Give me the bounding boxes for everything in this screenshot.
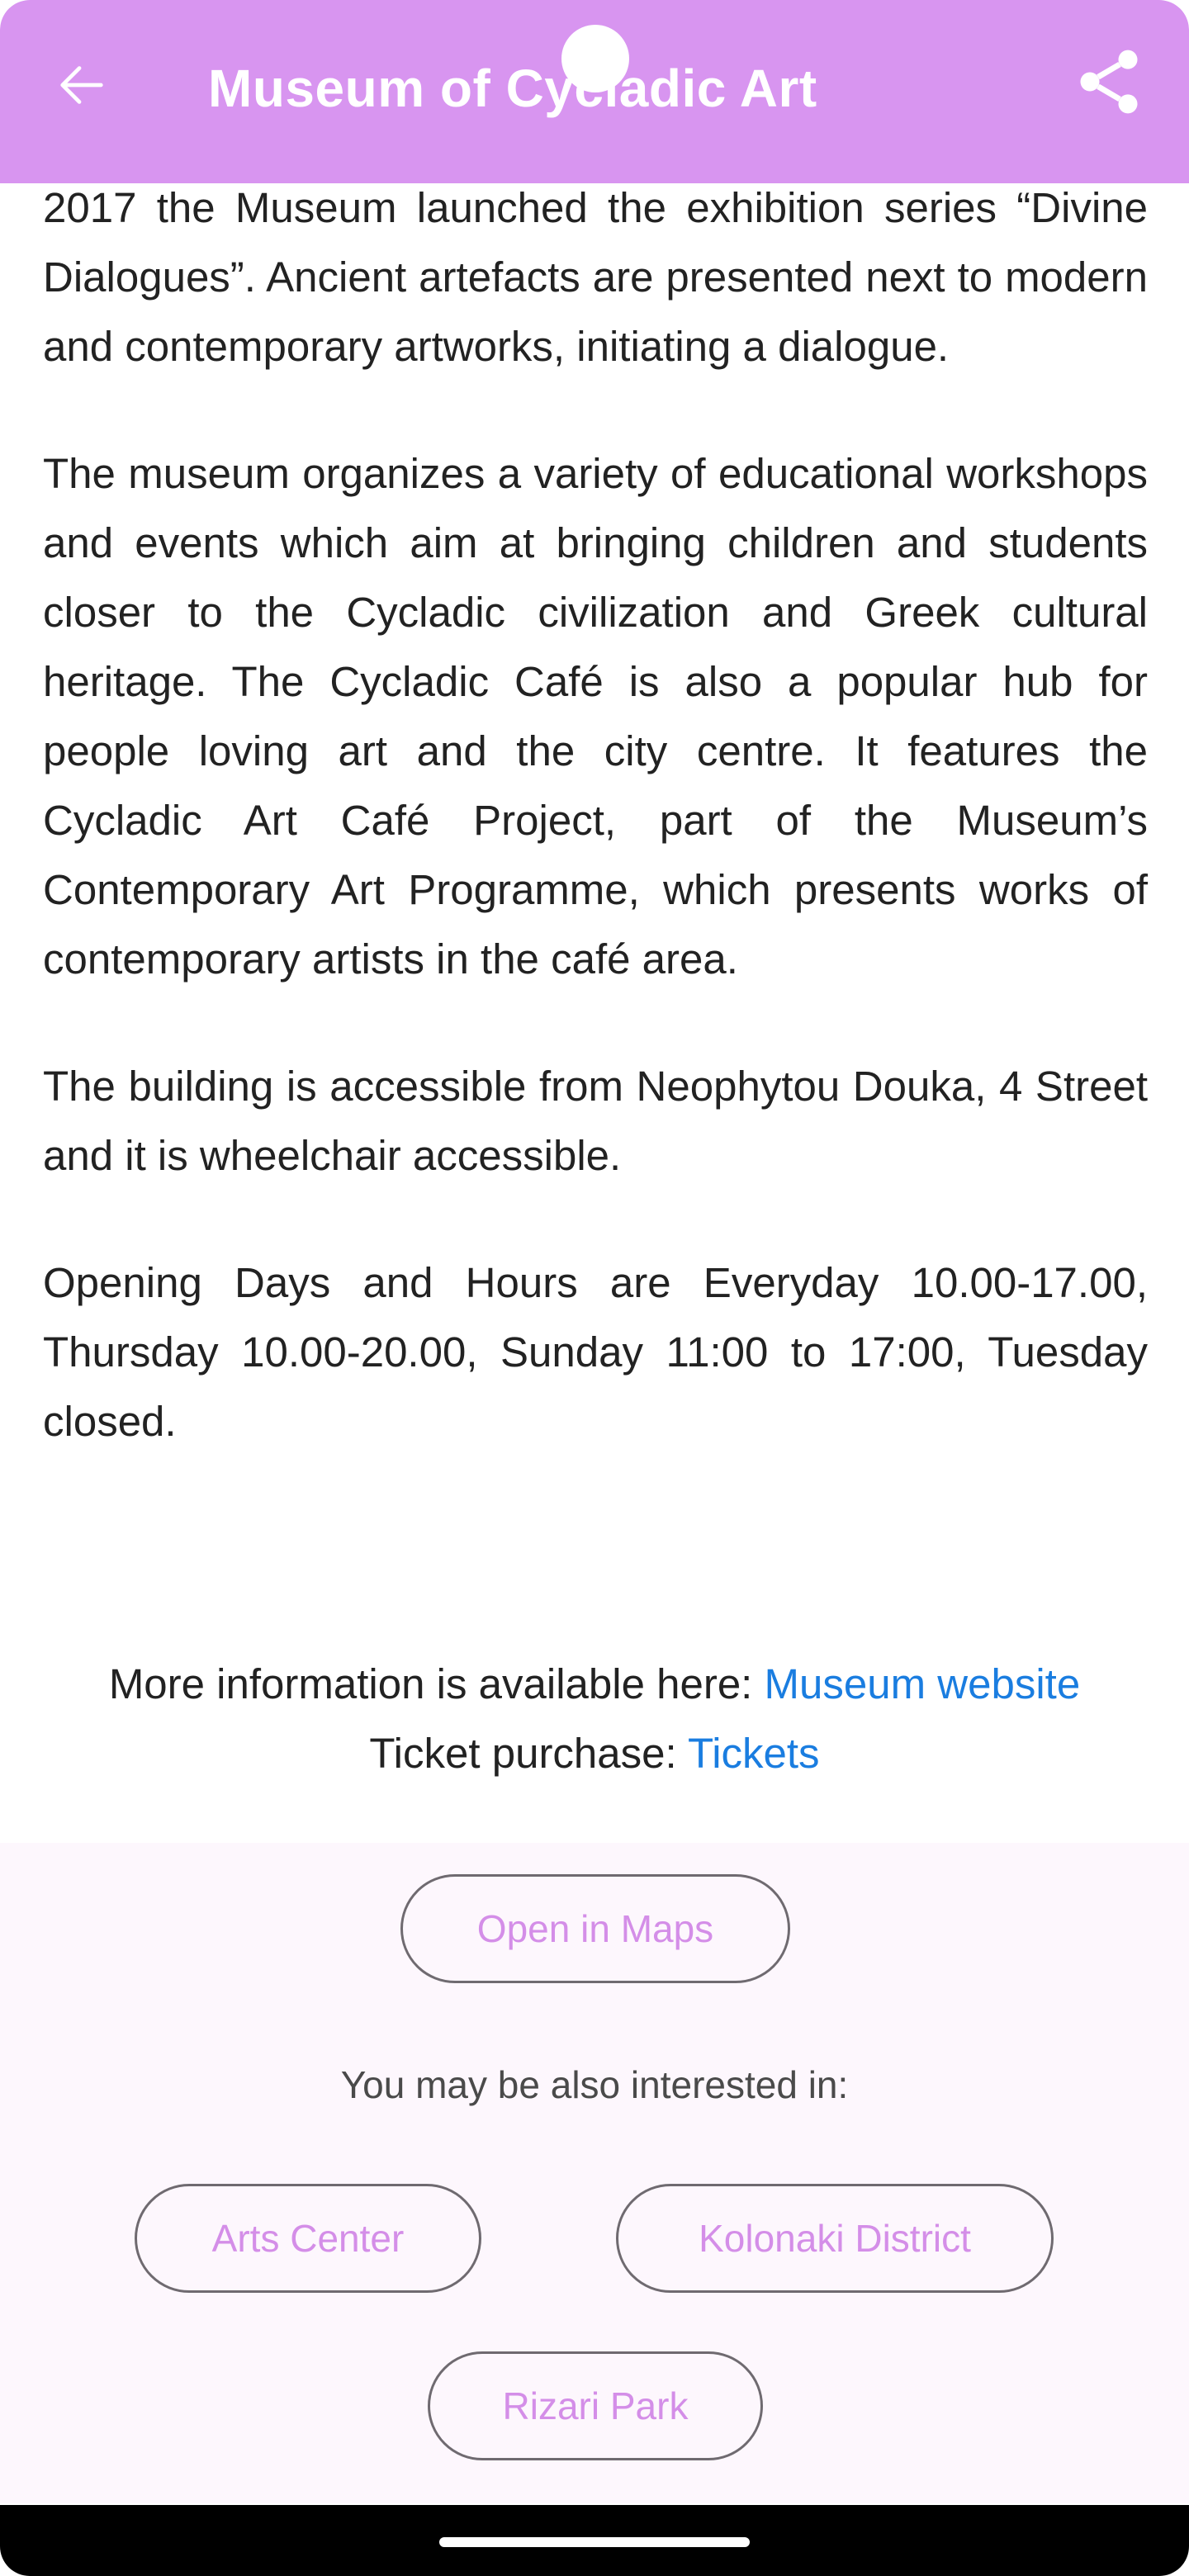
related-arts-center-button[interactable]: Arts Center — [135, 2184, 481, 2293]
app-screen: Museum of Cycladic Art 2017 the Museum l… — [0, 0, 1189, 2576]
more-info-label: More information is available here: — [108, 1660, 765, 1707]
open-in-maps-button[interactable]: Open in Maps — [400, 1874, 790, 1983]
paragraph: The museum organizes a variety of educat… — [43, 450, 1148, 983]
back-button[interactable] — [45, 48, 119, 122]
museum-website-link[interactable]: Museum website — [765, 1660, 1081, 1707]
paragraph: The building is accessible from Neophyto… — [43, 1063, 1148, 1179]
home-indicator[interactable] — [439, 2537, 750, 2547]
ticket-label: Ticket purchase: — [369, 1730, 688, 1777]
ticket-line: Ticket purchase: Tickets — [0, 1719, 1189, 1788]
related-rizari-park-button[interactable]: Rizari Park — [428, 2351, 763, 2460]
also-interested-label: You may be also interested in: — [340, 2063, 849, 2106]
share-button[interactable] — [1068, 41, 1149, 122]
camera-cutout — [561, 25, 629, 92]
paragraph: 2017 the Museum launched the exhibition … — [43, 184, 1148, 370]
arrow-left-icon — [60, 66, 103, 104]
tickets-link[interactable]: Tickets — [688, 1730, 820, 1777]
page-title: Museum of Cycladic Art — [208, 59, 817, 118]
share-icon — [1080, 50, 1138, 114]
paragraph: Opening Days and Hours are Everyday 10.0… — [43, 1259, 1148, 1445]
description-text: 2017 the Museum launched the exhibition … — [43, 173, 1148, 1514]
related-kolonaki-district-button[interactable]: Kolonaki District — [616, 2184, 1054, 2293]
info-links: More information is available here: Muse… — [0, 1650, 1189, 1788]
more-info-line: More information is available here: Muse… — [0, 1650, 1189, 1719]
